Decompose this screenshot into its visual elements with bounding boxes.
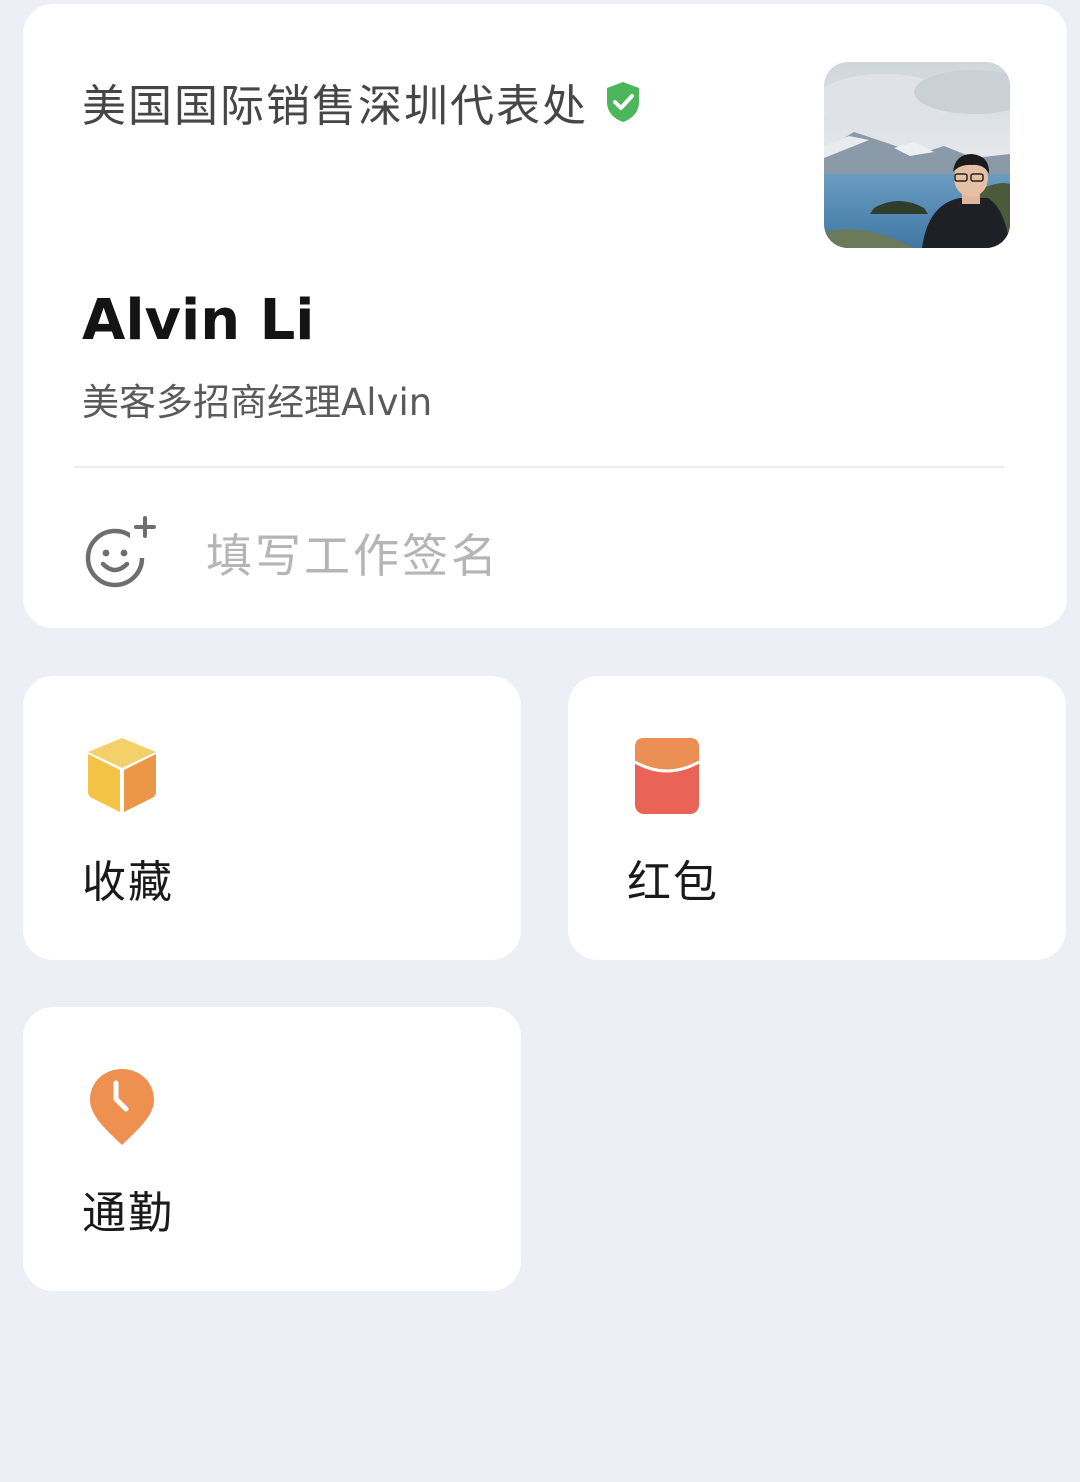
user-title: 美客多招商经理Alvin [82,381,433,424]
profile-card[interactable]: 美国国际销售深圳代表处 Alvin Li 美客多招商经理Alvin 填写工作签名 [23,4,1067,628]
favorites-tile[interactable]: 收藏 [23,676,521,960]
user-name: Alvin Li [82,288,315,353]
emoji-add-icon [85,516,156,588]
work-signature-row[interactable]: 填写工作签名 [82,514,982,594]
favorites-label: 收藏 [82,857,174,908]
divider [74,466,1004,468]
favorites-box-icon [88,738,156,812]
commute-clock-pin-icon [90,1069,154,1145]
avatar[interactable] [824,62,1010,248]
organization-name: 美国国际销售深圳代表处 [82,81,588,132]
red-packet-tile[interactable]: 红包 [568,676,1066,960]
commute-label: 通勤 [82,1188,174,1239]
red-packet-icon [634,738,700,814]
commute-tile[interactable]: 通勤 [23,1007,521,1291]
verified-shield-icon [607,82,639,122]
organization-row: 美国国际销售深圳代表处 [82,70,642,134]
avatar-photo [824,62,1010,248]
red-packet-label: 红包 [627,857,719,908]
signature-placeholder: 填写工作签名 [206,529,500,583]
